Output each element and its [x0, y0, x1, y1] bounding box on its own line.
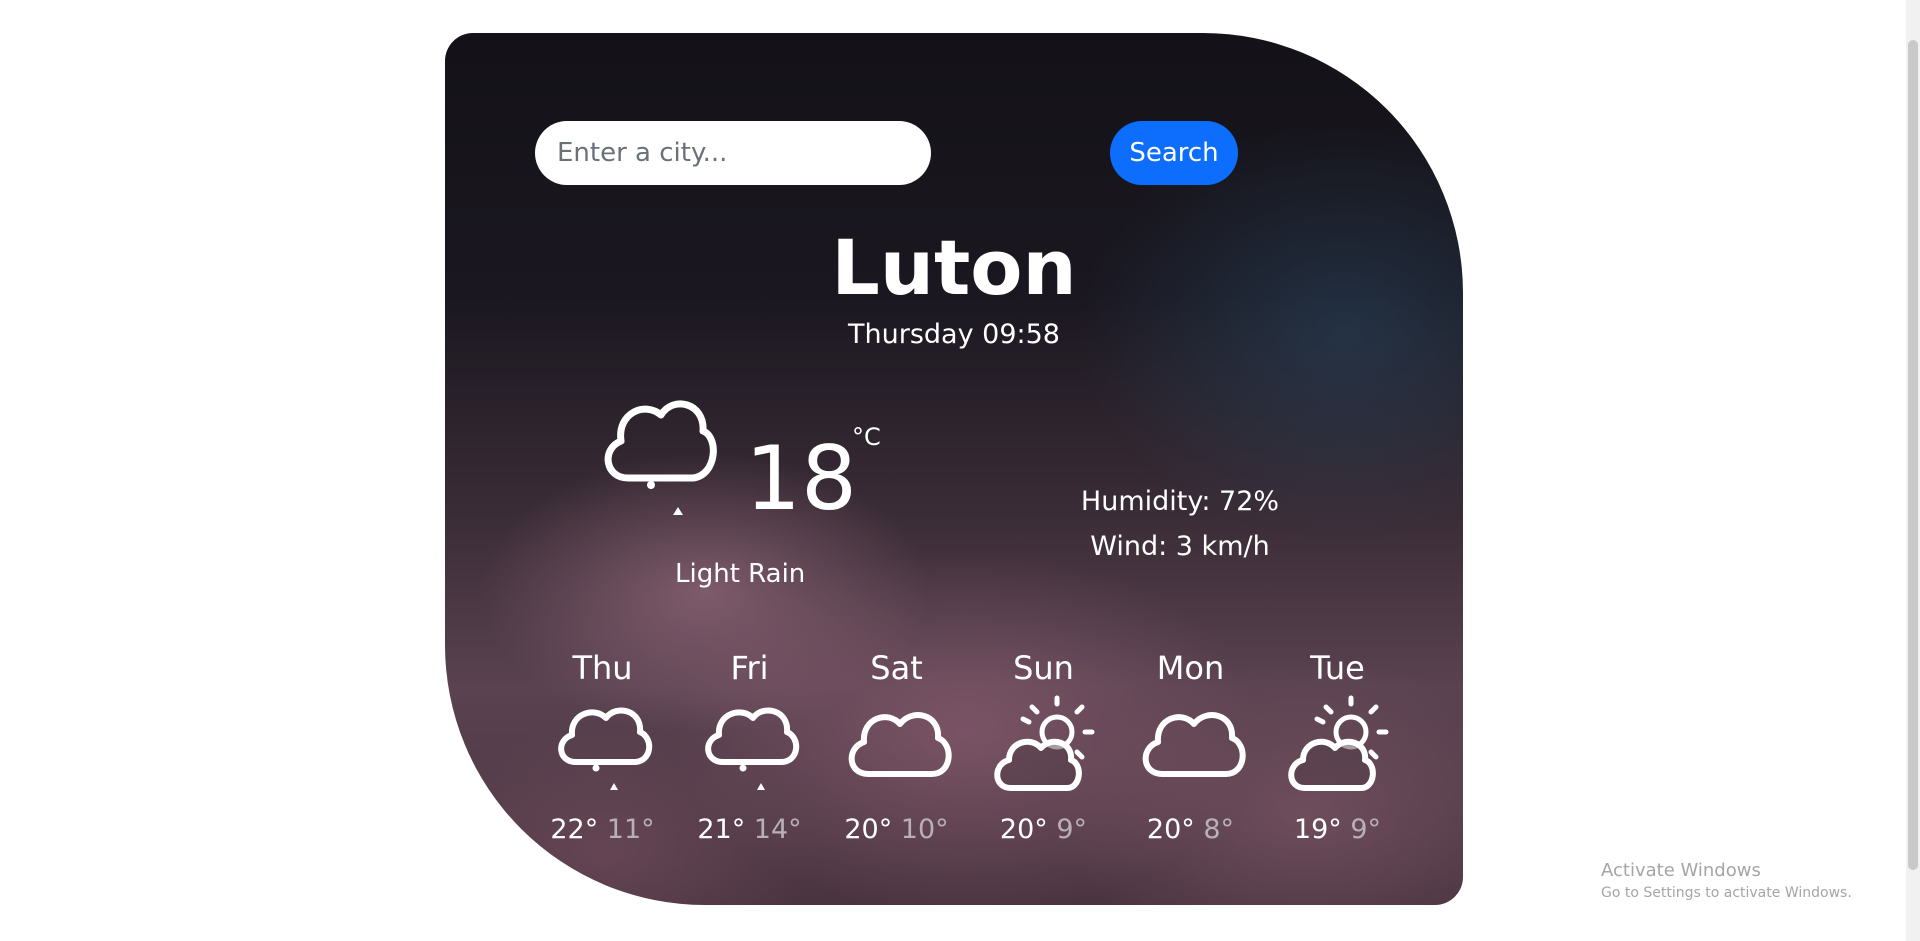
vertical-scrollbar[interactable]	[1906, 0, 1920, 941]
city-search-input[interactable]	[535, 121, 931, 185]
forecast-day-name: Tue	[1310, 649, 1365, 687]
forecast-low: 8°	[1203, 814, 1235, 845]
forecast-temps: 20° 9°	[970, 814, 1117, 845]
weather-card: Search Luton Thursday 09:58 18 °C Light …	[445, 33, 1463, 905]
forecast-low: 9°	[1350, 814, 1382, 845]
cloud-icon	[1142, 712, 1246, 777]
forecast-day-name: Thu	[572, 649, 633, 687]
partly-sunny-icon	[1287, 695, 1388, 791]
forecast-day-name: Sat	[870, 649, 923, 687]
rain-icon	[704, 707, 799, 790]
forecast-day: Tue 19° 9°	[1264, 646, 1411, 845]
forecast-temps: 19° 9°	[1264, 814, 1411, 845]
current-temperature: 18	[745, 427, 857, 530]
forecast-low: 10°	[900, 814, 949, 845]
forecast-temps: 20° 8°	[1117, 814, 1264, 845]
forecast-temps: 22° 11°	[529, 814, 676, 845]
forecast-high: 21°	[697, 814, 746, 845]
forecast-day: Sun 20° 9°	[970, 646, 1117, 845]
forecast-high: 20°	[844, 814, 893, 845]
rain-icon	[557, 707, 652, 790]
forecast-low: 9°	[1056, 814, 1088, 845]
forecast-day: Mon 20° 8°	[1117, 646, 1264, 845]
humidity-label: Humidity: 72%	[1080, 486, 1280, 517]
forecast-high: 20°	[1146, 814, 1195, 845]
forecast-low: 14°	[753, 814, 802, 845]
forecast-high: 19°	[1293, 814, 1342, 845]
weather-stats: Humidity: 72% Wind: 3 km/h	[1065, 479, 1295, 569]
weather-description: Light Rain	[675, 559, 806, 589]
scrollbar-thumb[interactable]	[1908, 40, 1918, 870]
forecast-temps: 21° 14°	[676, 814, 823, 845]
forecast-row: Thu 22° 11° Fri 21° 14° Sat 20° 10° Sun …	[529, 646, 1411, 845]
forecast-high: 22°	[550, 814, 599, 845]
forecast-day-name: Mon	[1156, 649, 1225, 687]
partly-sunny-icon	[993, 695, 1094, 791]
forecast-high: 20°	[999, 814, 1048, 845]
forecast-day: Sat 20° 10°	[823, 646, 970, 845]
wind-label: Wind: 3 km/h	[1090, 531, 1270, 562]
cloud-icon	[848, 712, 952, 777]
windows-activation-watermark: Activate Windows Go to Settings to activ…	[1601, 860, 1852, 901]
watermark-title: Activate Windows	[1601, 860, 1761, 881]
watermark-subtitle: Go to Settings to activate Windows.	[1601, 885, 1852, 901]
current-datetime: Thursday 09:58	[848, 319, 1060, 350]
forecast-low: 11°	[606, 814, 655, 845]
forecast-day-name: Fri	[730, 649, 769, 687]
forecast-day: Thu 22° 11°	[529, 646, 676, 845]
forecast-day-name: Sun	[1013, 649, 1074, 687]
city-name: Luton	[831, 223, 1077, 312]
forecast-day: Fri 21° 14°	[676, 646, 823, 845]
forecast-temps: 20° 10°	[823, 814, 970, 845]
light-rain-icon	[604, 400, 717, 515]
temperature-unit: °C	[852, 423, 881, 451]
search-button[interactable]: Search	[1110, 121, 1238, 185]
